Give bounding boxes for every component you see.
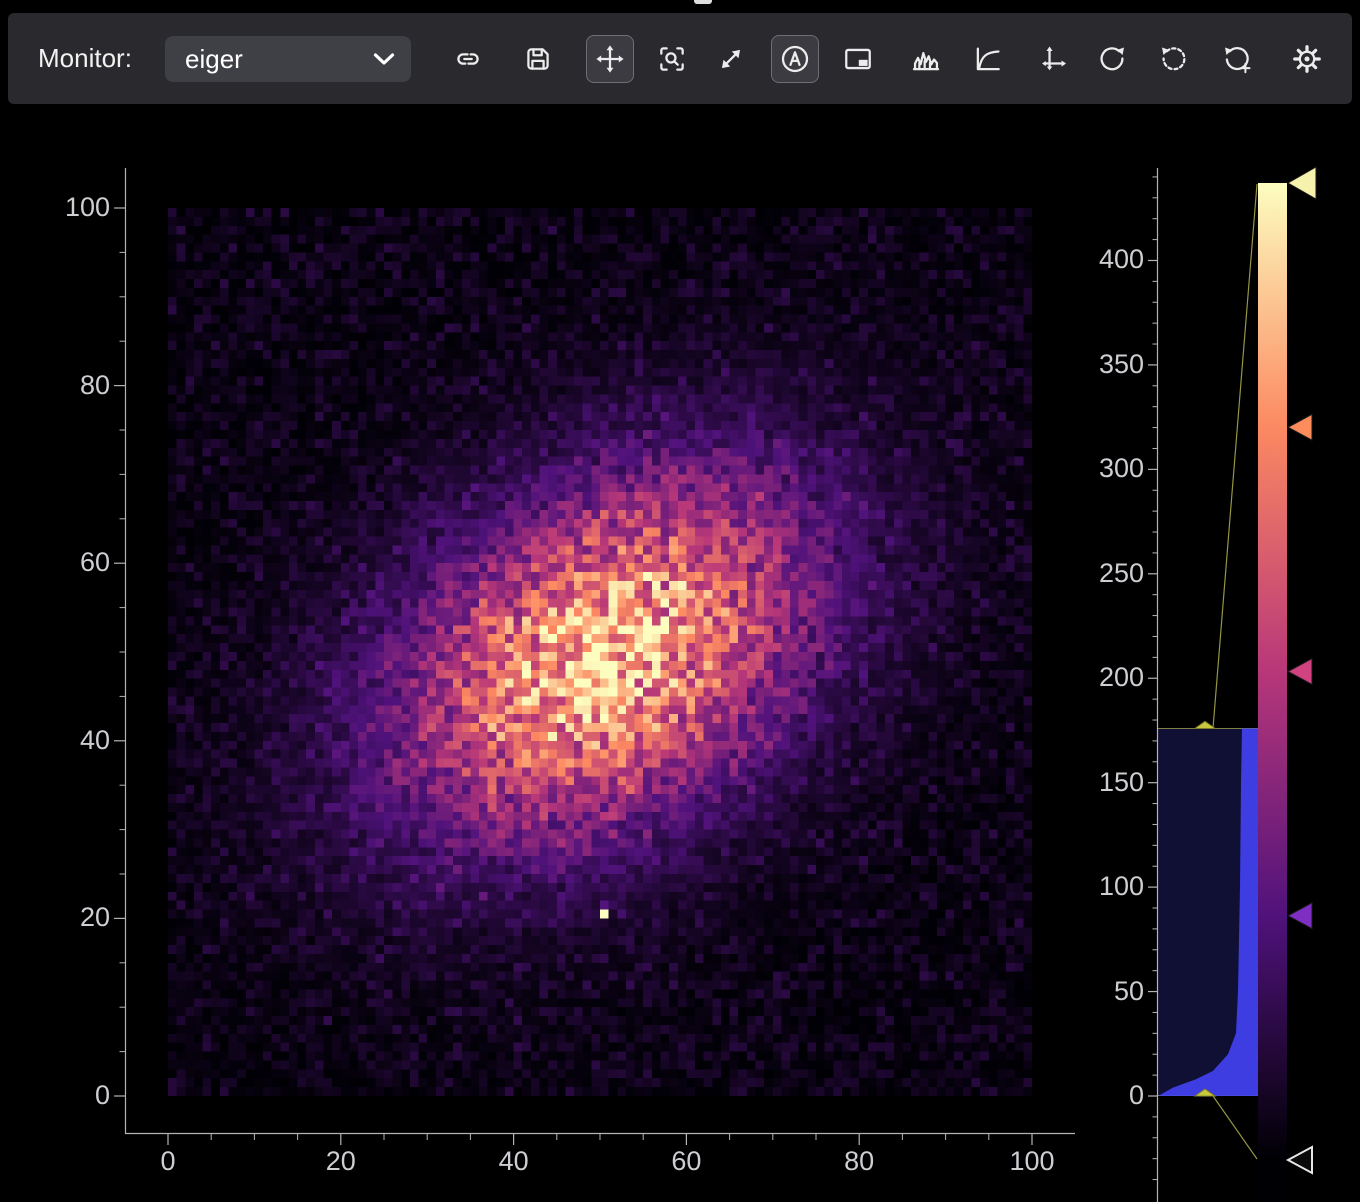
gradient-tick[interactable] <box>1288 903 1312 929</box>
lut-tick-label: 350 <box>1064 349 1144 380</box>
x-tick-label: 0 <box>123 1146 213 1177</box>
lut-tick-label: 100 <box>1064 871 1144 902</box>
y-tick-label: 60 <box>30 547 110 578</box>
gradient-tick[interactable] <box>1288 167 1316 199</box>
x-tick-label: 60 <box>641 1146 731 1177</box>
heatmap-image[interactable] <box>168 208 1032 1096</box>
lut-tick-label: 250 <box>1064 558 1144 589</box>
x-tick-label: 80 <box>814 1146 904 1177</box>
lut-connector-top <box>1213 184 1257 728</box>
lut-tick-label: 50 <box>1064 976 1144 1007</box>
lut-tick-label: 300 <box>1064 453 1144 484</box>
x-tick-label: 100 <box>987 1146 1077 1177</box>
y-tick-label: 80 <box>30 370 110 401</box>
lut-level-region[interactable] <box>1158 728 1258 1096</box>
gradient-bar[interactable] <box>1258 183 1287 1202</box>
lut-connector-bottom <box>1213 1096 1257 1159</box>
y-tick-label: 100 <box>30 192 110 223</box>
gradient-tick[interactable] <box>1288 1147 1312 1173</box>
lut-tick-label: 400 <box>1064 244 1144 275</box>
y-tick-label: 40 <box>30 725 110 756</box>
gradient-tick[interactable] <box>1288 414 1312 440</box>
lut-tick-label: 150 <box>1064 767 1144 798</box>
y-tick-label: 20 <box>30 902 110 933</box>
app-window: Monitor: eiger 0204060801000204060801000… <box>0 0 1360 1202</box>
x-tick-label: 40 <box>469 1146 559 1177</box>
x-tick-label: 20 <box>296 1146 386 1177</box>
lut-tick-label: 0 <box>1064 1080 1144 1111</box>
y-tick-label: 0 <box>30 1080 110 1111</box>
gradient-tick[interactable] <box>1288 659 1312 685</box>
lut-tick-label: 200 <box>1064 662 1144 693</box>
plot-area: 0 20 40 60 80 100 0 20 40 60 80 100 0 50 100 150 200 250 3… <box>0 0 1360 1202</box>
